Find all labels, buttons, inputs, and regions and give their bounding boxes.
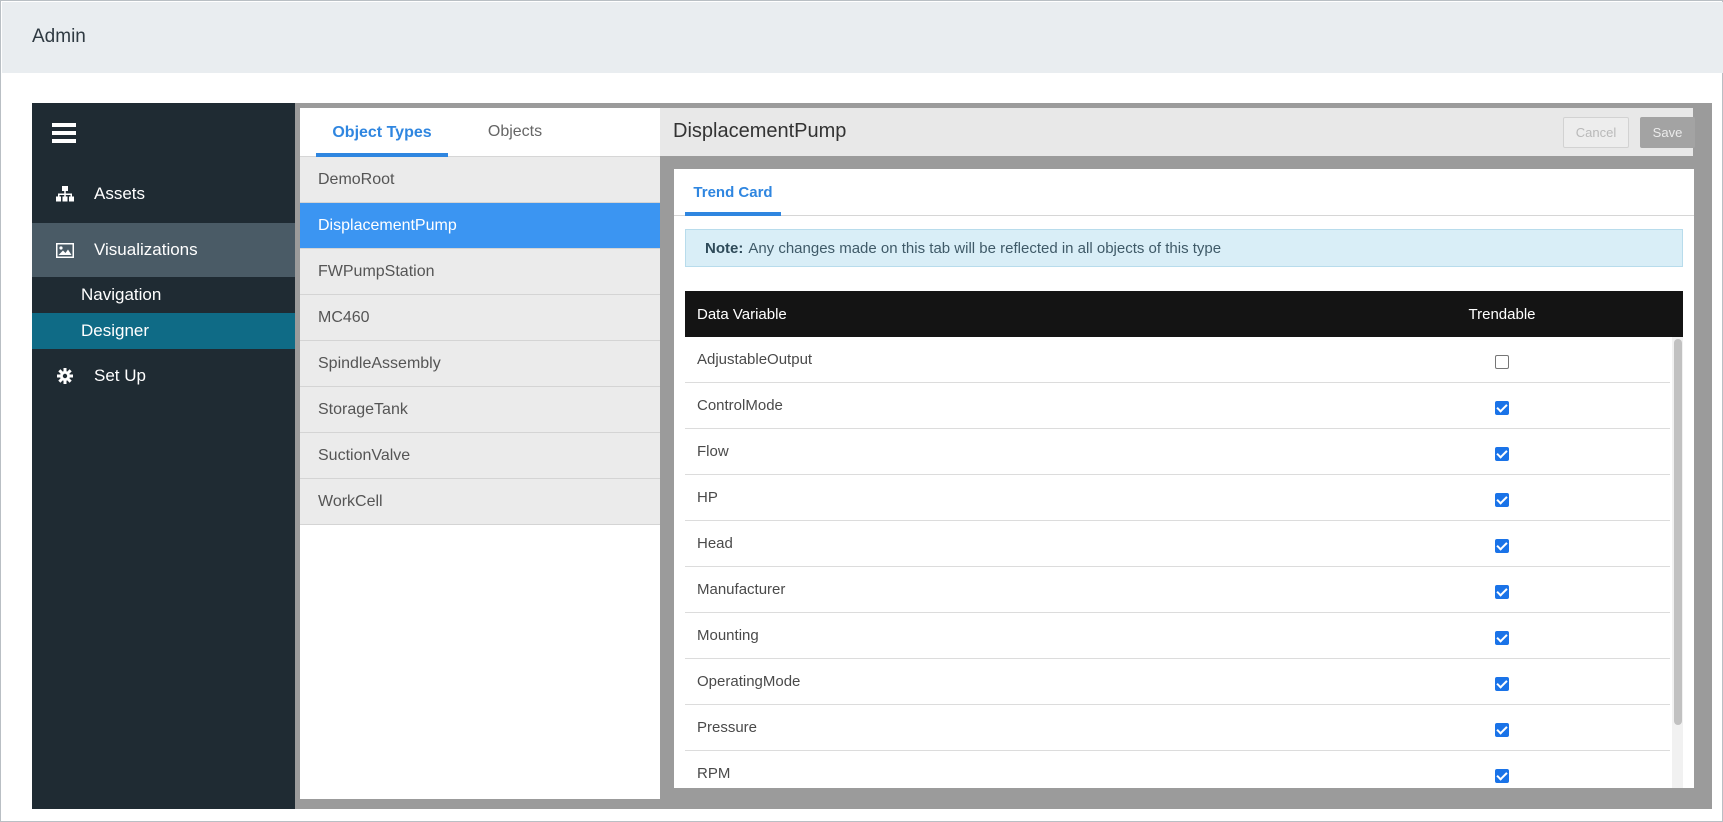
variable-name: Mounting (697, 627, 759, 644)
list-tabs: Object Types Objects (300, 108, 660, 157)
note-prefix: Note: (705, 239, 744, 257)
sidebar-item-label: Visualizations (94, 240, 198, 259)
trendable-checkbox[interactable] (1495, 447, 1509, 461)
variable-name: AdjustableOutput (697, 351, 813, 368)
trendable-checkbox[interactable] (1495, 493, 1509, 507)
list-item[interactable]: StorageTank (300, 387, 660, 433)
list-item[interactable]: MC460 (300, 295, 660, 341)
trendable-checkbox[interactable] (1495, 723, 1509, 737)
gear-icon (54, 365, 76, 387)
menu-icon[interactable] (52, 123, 76, 143)
trendable-checkbox[interactable] (1495, 769, 1509, 783)
scrollbar-thumb[interactable] (1674, 339, 1682, 725)
table-row: Head (685, 521, 1670, 567)
tab-object-types[interactable]: Object Types (316, 108, 448, 157)
cancel-button[interactable]: Cancel (1563, 117, 1629, 148)
table-body: AdjustableOutput ControlMode Flow HP Hea… (685, 337, 1683, 788)
variable-name: OperatingMode (697, 673, 801, 690)
sidebar-item-assets[interactable]: Assets (32, 167, 295, 221)
variable-name: Manufacturer (697, 581, 786, 598)
table-row: ControlMode (685, 383, 1670, 429)
page-title: Admin (32, 26, 86, 47)
trendable-checkbox[interactable] (1495, 677, 1509, 691)
app-window: Admin Assets Visualizations Navigation D… (0, 0, 1723, 822)
note-text: Any changes made on this tab will be ref… (748, 239, 1222, 257)
variable-name: HP (697, 489, 718, 506)
table-row: AdjustableOutput (685, 337, 1670, 383)
sidebar-item-visualizations[interactable]: Visualizations (32, 223, 295, 277)
table-header: Data Variable Trendable (685, 291, 1683, 337)
detail-header: DisplacementPump Cancel Save (660, 108, 1695, 156)
variable-name: RPM (697, 765, 731, 782)
variable-name: ControlMode (697, 397, 783, 414)
sidebar-subitem-designer[interactable]: Designer (32, 313, 295, 349)
trendable-checkbox[interactable] (1495, 355, 1509, 369)
tab-trend-card[interactable]: Trend Card (685, 169, 781, 216)
app-header: Admin (2, 2, 1723, 73)
object-type-list: DemoRoot DisplacementPump FWPumpStation … (300, 157, 660, 525)
list-item[interactable]: SpindleAssembly (300, 341, 660, 387)
table-row: Mounting (685, 613, 1670, 659)
note-banner: Note: Any changes made on this tab will … (685, 229, 1683, 267)
list-item[interactable]: FWPumpStation (300, 249, 660, 295)
sidebar-item-label: Assets (94, 184, 146, 203)
trendable-checkbox[interactable] (1495, 539, 1509, 553)
sidebar-item-label: Set Up (94, 366, 146, 385)
list-item[interactable]: DemoRoot (300, 157, 660, 203)
table-row: Flow (685, 429, 1670, 475)
sidebar-subitem-navigation[interactable]: Navigation (32, 277, 295, 313)
variable-name: Pressure (697, 719, 758, 736)
detail-title: DisplacementPump (673, 120, 847, 142)
list-item-selected[interactable]: DisplacementPump (300, 203, 660, 249)
sidebar: Assets Visualizations Navigation Designe… (32, 103, 295, 809)
column-header-data-variable: Data Variable (697, 305, 787, 323)
image-icon (54, 239, 76, 261)
sitemap-icon (54, 183, 76, 205)
object-types-panel: Object Types Objects DemoRoot Displaceme… (300, 108, 660, 799)
trendable-checkbox[interactable] (1495, 585, 1509, 599)
trendable-checkbox[interactable] (1495, 401, 1509, 415)
variable-name: Head (697, 535, 733, 552)
table-row: HP (685, 475, 1670, 521)
sidebar-item-setup[interactable]: Set Up (32, 349, 295, 403)
table-row: RPM (685, 751, 1670, 788)
table-scrollbar[interactable] (1672, 337, 1683, 788)
data-variable-table: Data Variable Trendable AdjustableOutput… (685, 291, 1683, 788)
trendable-checkbox[interactable] (1495, 631, 1509, 645)
variable-name: Flow (697, 443, 729, 460)
list-item[interactable]: SuctionValve (300, 433, 660, 479)
save-button[interactable]: Save (1640, 117, 1695, 148)
table-row: Manufacturer (685, 567, 1670, 613)
column-header-trendable: Trendable (1468, 305, 1536, 323)
trend-card-panel: Trend Card Note: Any changes made on thi… (674, 169, 1694, 788)
table-row: OperatingMode (685, 659, 1670, 705)
card-tabs: Trend Card (674, 169, 1694, 216)
list-item[interactable]: WorkCell (300, 479, 660, 525)
table-row: Pressure (685, 705, 1670, 751)
tab-objects[interactable]: Objects (465, 108, 565, 156)
